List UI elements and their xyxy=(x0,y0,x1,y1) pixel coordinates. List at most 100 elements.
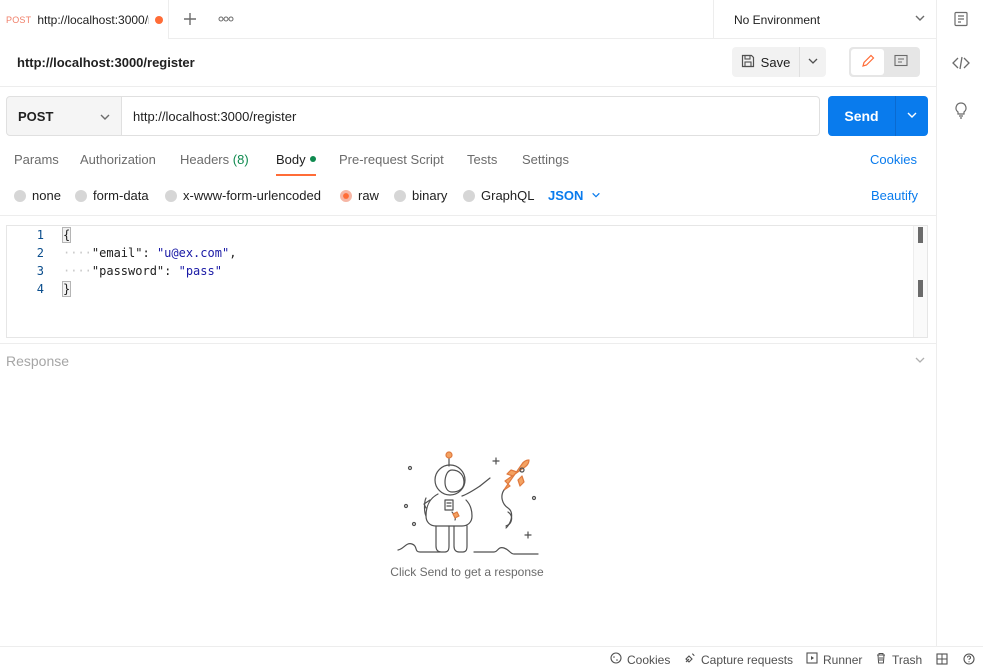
tab-authorization[interactable]: Authorization xyxy=(80,152,156,167)
save-button-group: Save xyxy=(732,47,826,77)
tab-headers-label: Headers xyxy=(180,152,230,167)
code-icon[interactable] xyxy=(951,53,971,73)
body-language-select[interactable]: JSON xyxy=(548,188,601,203)
body-indicator-dot xyxy=(309,156,316,162)
radio-label: none xyxy=(32,188,61,203)
radio-circle xyxy=(463,189,475,202)
radio-form-data[interactable]: form-data xyxy=(75,188,149,203)
trash-icon xyxy=(875,652,887,667)
tab-prerequest-script[interactable]: Pre-request Script xyxy=(339,152,444,167)
cookies-link[interactable]: Cookies xyxy=(870,152,917,167)
save-dropdown-button[interactable] xyxy=(800,47,826,77)
chevron-down-icon xyxy=(906,109,918,124)
response-header[interactable]: Response xyxy=(0,343,936,377)
code-line: 4 } xyxy=(7,280,72,298)
statusbar-capture-label: Capture requests xyxy=(701,652,794,667)
more-horizontal-icon[interactable] xyxy=(214,8,238,30)
radio-raw[interactable]: raw xyxy=(340,188,379,203)
json-value: "pass" xyxy=(178,264,222,278)
pencil-icon xyxy=(860,53,876,72)
comment-icon xyxy=(893,53,909,72)
code-line: 2 ····"email": "u@ex.com", xyxy=(7,244,237,262)
send-dropdown-button[interactable] xyxy=(896,96,928,136)
language-label: JSON xyxy=(548,188,584,203)
edit-mode-button[interactable] xyxy=(851,49,884,75)
line-number: 2 xyxy=(36,246,44,260)
code-text: ····"password": "pass" xyxy=(63,264,222,278)
code-text: ····"email": "u@ex.com", xyxy=(63,246,236,260)
radio-label: binary xyxy=(412,188,448,203)
url-value: http://localhost:3000/register xyxy=(133,108,297,124)
status-bar: Cookies Capture requests Runner Trash xyxy=(0,646,983,670)
line-number: 1 xyxy=(36,228,44,242)
tab-tests[interactable]: Tests xyxy=(467,152,497,167)
indent-whitespace: ···· xyxy=(63,246,92,260)
scrollbar-thumb[interactable] xyxy=(918,227,923,243)
tab-method: POST xyxy=(6,14,32,25)
tab-settings[interactable]: Settings xyxy=(522,152,569,167)
line-number: 4 xyxy=(36,282,44,296)
view-mode-toggle xyxy=(849,47,920,77)
tab-headers[interactable]: Headers (8) xyxy=(180,152,249,167)
lightbulb-icon[interactable] xyxy=(951,100,971,120)
json-separator: : xyxy=(142,246,157,260)
radio-none[interactable]: none xyxy=(14,188,61,203)
radio-label: GraphQL xyxy=(481,188,535,203)
code-text: } xyxy=(61,281,72,297)
method-select[interactable]: POST xyxy=(6,96,122,136)
help-icon[interactable] xyxy=(962,652,976,666)
save-label: Save xyxy=(760,54,791,70)
save-icon xyxy=(741,54,755,71)
request-tab[interactable]: POST http://localhost:3000/register xyxy=(0,0,169,39)
scrollbar-marker xyxy=(918,280,923,297)
statusbar-cookies[interactable]: Cookies xyxy=(610,652,670,667)
active-tab-underline xyxy=(276,174,316,176)
url-input[interactable]: http://localhost:3000/register xyxy=(121,96,820,136)
tab-title: http://localhost:3000/register xyxy=(37,12,149,27)
radio-urlencoded[interactable]: x-www-form-urlencoded xyxy=(165,188,321,203)
statusbar-runner[interactable]: Runner xyxy=(806,652,862,667)
statusbar-trash-label: Trash xyxy=(892,652,923,667)
right-sidebar xyxy=(936,0,983,646)
json-key: "email" xyxy=(91,246,143,260)
plus-icon[interactable] xyxy=(178,8,202,30)
radio-graphql[interactable]: GraphQL xyxy=(463,188,534,203)
environment-select[interactable]: No Environment xyxy=(713,0,936,39)
chevron-down-icon xyxy=(591,188,601,203)
tab-params[interactable]: Params xyxy=(14,152,59,167)
send-button-group: Send xyxy=(828,96,928,136)
comments-mode-button[interactable] xyxy=(884,49,917,75)
headers-count: (8) xyxy=(232,152,249,167)
radio-circle xyxy=(75,189,87,202)
indent-whitespace: ···· xyxy=(63,264,92,278)
chevron-down-icon xyxy=(914,12,926,27)
code-line: 1 { xyxy=(7,226,72,244)
environment-quick-look-icon[interactable] xyxy=(951,9,971,29)
statusbar-trash[interactable]: Trash xyxy=(875,652,922,667)
satellite-icon xyxy=(684,652,696,667)
save-button[interactable]: Save xyxy=(732,47,800,77)
json-key: "password" xyxy=(91,264,165,278)
statusbar-cookies-label: Cookies xyxy=(627,652,671,667)
runner-icon xyxy=(806,652,818,667)
statusbar-capture-requests[interactable]: Capture requests xyxy=(684,652,793,667)
body-editor[interactable]: 1 { 2 ····"email": "u@ex.com", 3 ····"pa… xyxy=(6,225,928,338)
tab-body[interactable]: Body xyxy=(276,152,316,167)
request-name[interactable]: http://localhost:3000/register xyxy=(17,55,195,70)
radio-circle xyxy=(165,189,177,202)
brace-match: } xyxy=(61,281,72,297)
radio-circle xyxy=(394,189,406,202)
line-number: 3 xyxy=(36,264,44,278)
chevron-down-icon[interactable] xyxy=(914,354,926,369)
tab-bar: POST http://localhost:3000/register No E… xyxy=(0,0,936,39)
brace-match: { xyxy=(61,227,72,243)
two-pane-layout-icon[interactable] xyxy=(935,652,949,666)
radio-binary[interactable]: binary xyxy=(394,188,447,203)
editor-scrollbar[interactable] xyxy=(913,226,927,337)
radio-label: form-data xyxy=(93,188,149,203)
chevron-down-icon xyxy=(807,55,819,70)
statusbar-runner-label: Runner xyxy=(823,652,863,667)
send-button[interactable]: Send xyxy=(828,96,896,136)
beautify-link[interactable]: Beautify xyxy=(871,188,918,203)
radio-label: raw xyxy=(358,188,379,203)
